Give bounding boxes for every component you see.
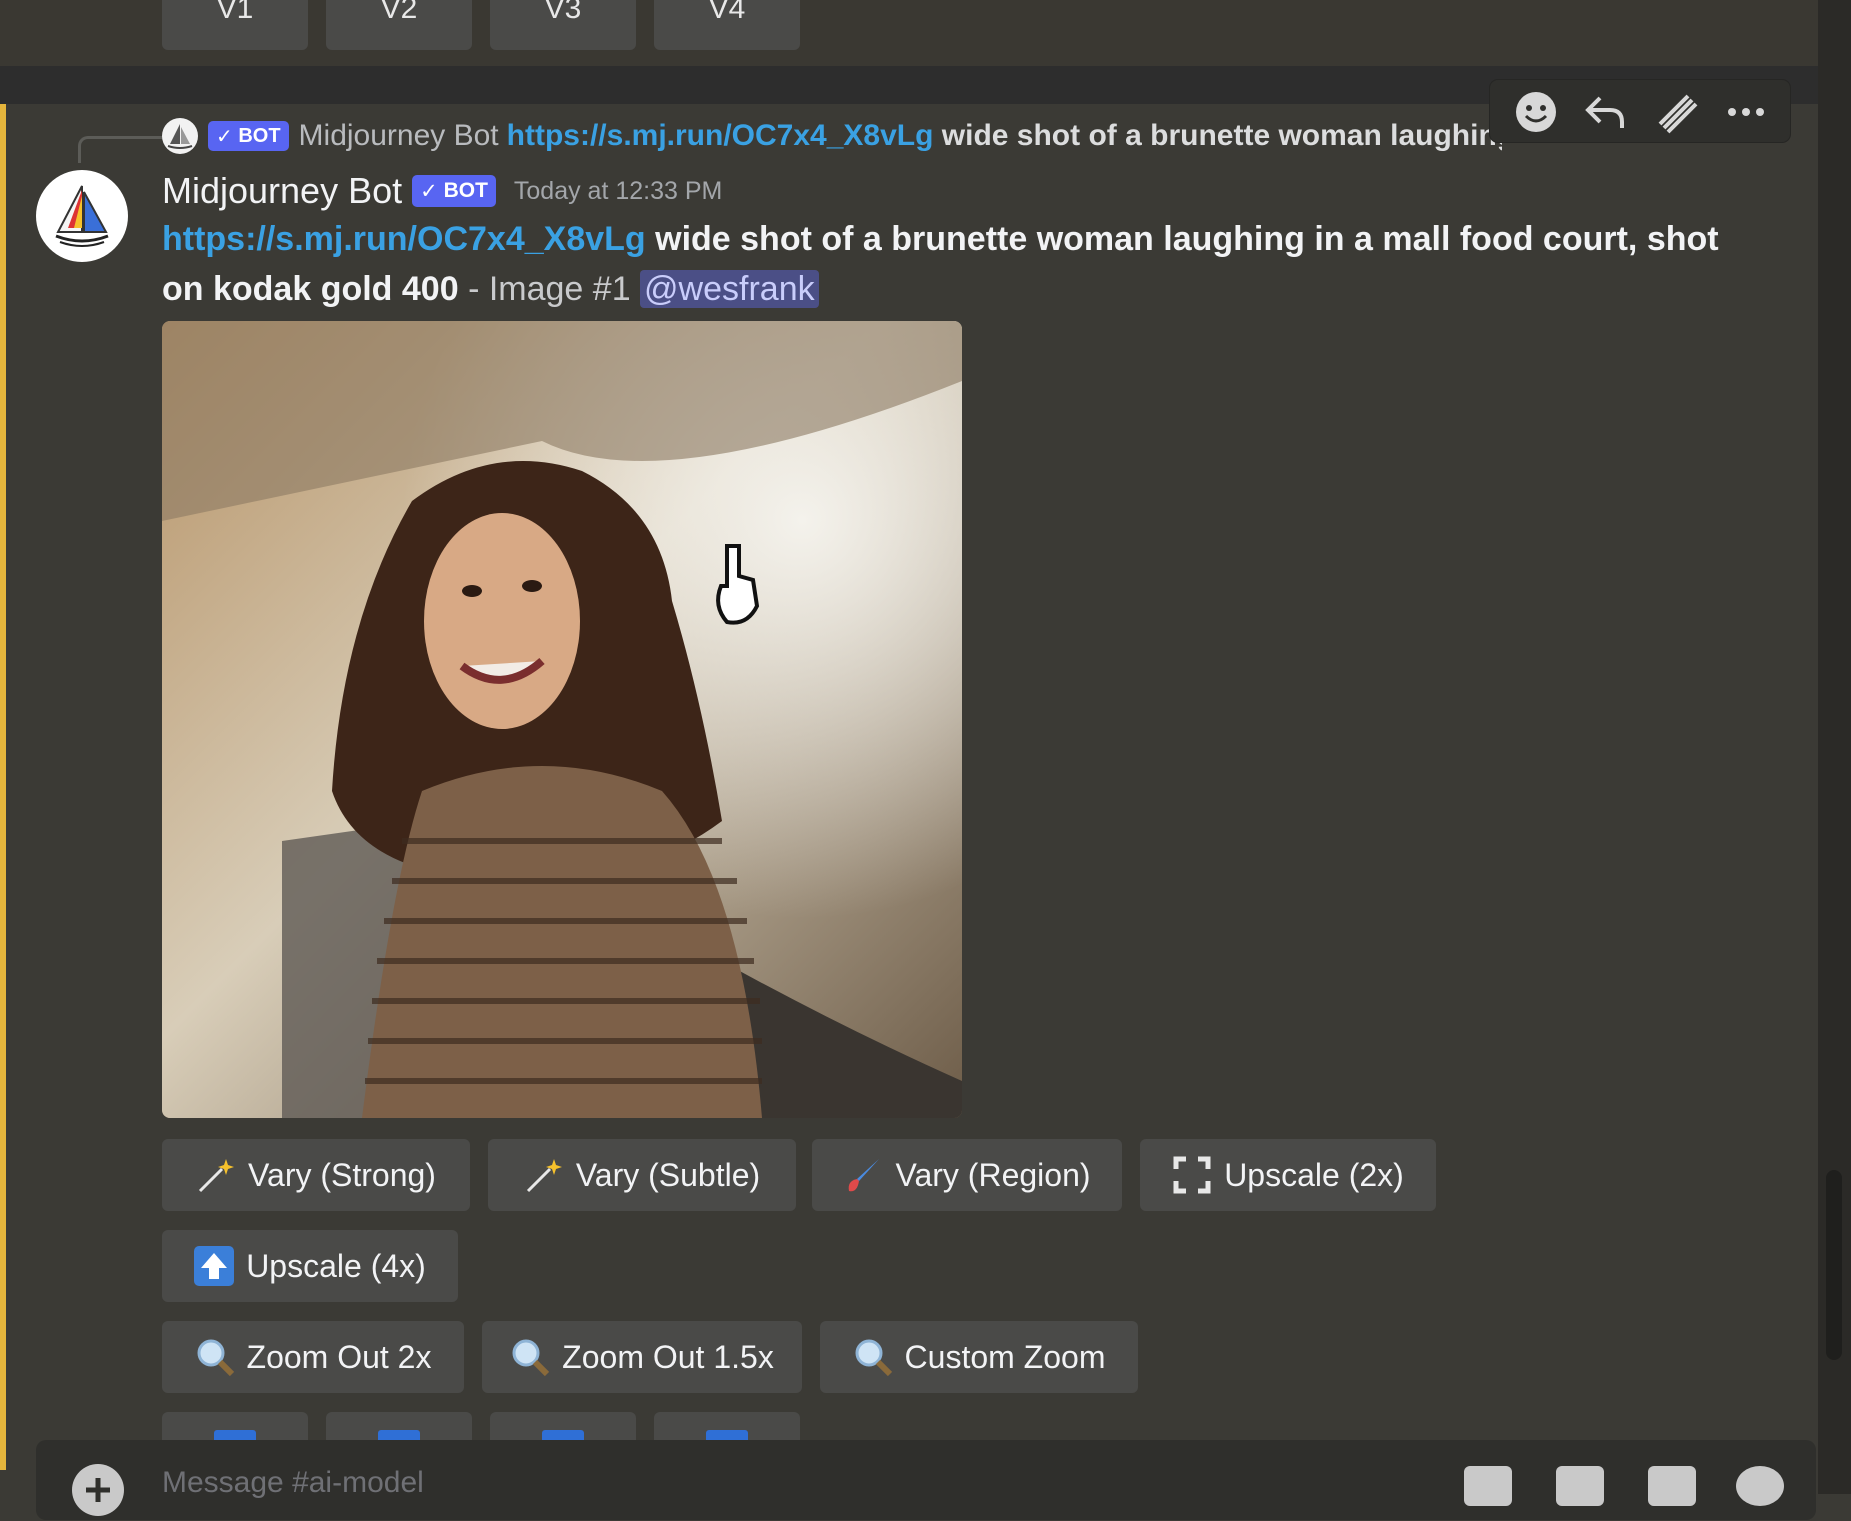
add-reaction-icon[interactable] — [1512, 88, 1560, 136]
v3-button[interactable]: V3 — [490, 0, 636, 50]
upscale-4x-label: Upscale (4x) — [246, 1247, 426, 1284]
forward-icon[interactable] — [1652, 88, 1700, 136]
zoom-out-2x-label: Zoom Out 2x — [246, 1338, 432, 1375]
reply-text: wide shot of a brunette woman laughing i… — [941, 119, 1502, 152]
previous-message: V1 V2 V3 V4 — [0, 0, 1818, 66]
gif-icon[interactable] — [1556, 1466, 1604, 1506]
scrollbar-thumb[interactable] — [1826, 1170, 1842, 1360]
gift-icon[interactable] — [1464, 1466, 1512, 1506]
reply-author[interactable]: Midjourney Bot — [299, 119, 499, 153]
zoom-out-1-5x-button[interactable]: Zoom Out 1.5x — [482, 1321, 802, 1393]
upscale-4x-button[interactable]: Upscale (4x) — [162, 1230, 458, 1302]
author-avatar[interactable] — [36, 170, 128, 262]
timestamp: Today at 12:33 PM — [513, 176, 723, 205]
v1-button[interactable]: V1 — [162, 0, 308, 50]
reply-bot-tag: ✓ BOT — [208, 121, 289, 151]
add-attachment-icon[interactable] — [72, 1464, 124, 1516]
zoom-out-1-5x-label: Zoom Out 1.5x — [562, 1338, 774, 1375]
vary-strong-button[interactable]: Vary (Strong) — [162, 1139, 470, 1211]
expand-icon — [1172, 1155, 1212, 1195]
prompt-link[interactable]: https://s.mj.run/OC7x4_X8vLg — [162, 220, 646, 258]
reply-link[interactable]: https://s.mj.run/OC7x4_X8vLg — [507, 119, 934, 153]
generated-image[interactable] — [162, 321, 962, 1118]
vary-region-label: Vary (Region) — [895, 1156, 1091, 1193]
custom-zoom-button[interactable]: Custom Zoom — [820, 1321, 1138, 1393]
reply-avatar — [162, 118, 198, 154]
v3-button-label: V3 — [544, 0, 582, 25]
zoom-out-2x-button[interactable]: Zoom Out 2x — [162, 1321, 464, 1393]
message-input[interactable]: Message #ai-model — [162, 1466, 424, 1500]
vary-subtle-label: Vary (Subtle) — [575, 1156, 761, 1193]
v2-button[interactable]: V2 — [326, 0, 472, 50]
v2-button-label: V2 — [380, 0, 418, 25]
magnifier-icon — [195, 1337, 235, 1377]
pan-right-button[interactable] — [326, 1412, 472, 1442]
v1-button-label: V1 — [216, 0, 254, 25]
magic-wand-icon — [196, 1155, 236, 1195]
v4-button-label: V4 — [708, 0, 746, 25]
image-number: - Image #1 — [458, 270, 641, 308]
pan-down-button[interactable] — [654, 1412, 800, 1442]
reply-bot-tag-label: BOT — [238, 124, 281, 147]
message-hover-toolbar — [1490, 80, 1790, 142]
upscale-2x-label: Upscale (2x) — [1224, 1156, 1404, 1193]
reply-spine — [78, 136, 169, 163]
reply-icon[interactable] — [1582, 88, 1630, 136]
up-arrow-icon — [194, 1246, 235, 1286]
message-header: Midjourney Bot ✓ BOT Today at 12:33 PM — [162, 168, 722, 214]
highlight-bar — [0, 0, 6, 1470]
reply-preview[interactable]: ✓ BOT Midjourney Bot https://s.mj.run/OC… — [162, 110, 1502, 160]
magnifier-icon — [510, 1337, 550, 1377]
bot-tag: ✓ BOT — [412, 175, 496, 207]
paintbrush-icon — [843, 1155, 883, 1195]
message-content: https://s.mj.run/OC7x4_X8vLg wide shot o… — [162, 214, 1722, 314]
vary-region-button[interactable]: Vary (Region) — [812, 1139, 1122, 1211]
upscale-2x-button[interactable]: Upscale (2x) — [1140, 1139, 1436, 1211]
user-mention[interactable]: @wesfrank — [640, 270, 819, 308]
pan-up-button[interactable] — [490, 1412, 636, 1442]
sticker-icon[interactable] — [1648, 1466, 1696, 1506]
vary-strong-label: Vary (Strong) — [248, 1156, 436, 1193]
magnifier-icon — [853, 1337, 893, 1377]
author-name[interactable]: Midjourney Bot — [162, 170, 402, 212]
pan-left-button[interactable] — [162, 1412, 308, 1442]
emoji-icon[interactable] — [1736, 1466, 1784, 1506]
magic-wand-icon — [524, 1155, 564, 1195]
custom-zoom-label: Custom Zoom — [904, 1338, 1106, 1375]
more-options-icon[interactable] — [1722, 88, 1770, 136]
v4-button[interactable]: V4 — [654, 0, 800, 50]
bot-tag-label: BOT — [443, 179, 488, 202]
vary-subtle-button[interactable]: Vary (Subtle) — [488, 1139, 796, 1211]
